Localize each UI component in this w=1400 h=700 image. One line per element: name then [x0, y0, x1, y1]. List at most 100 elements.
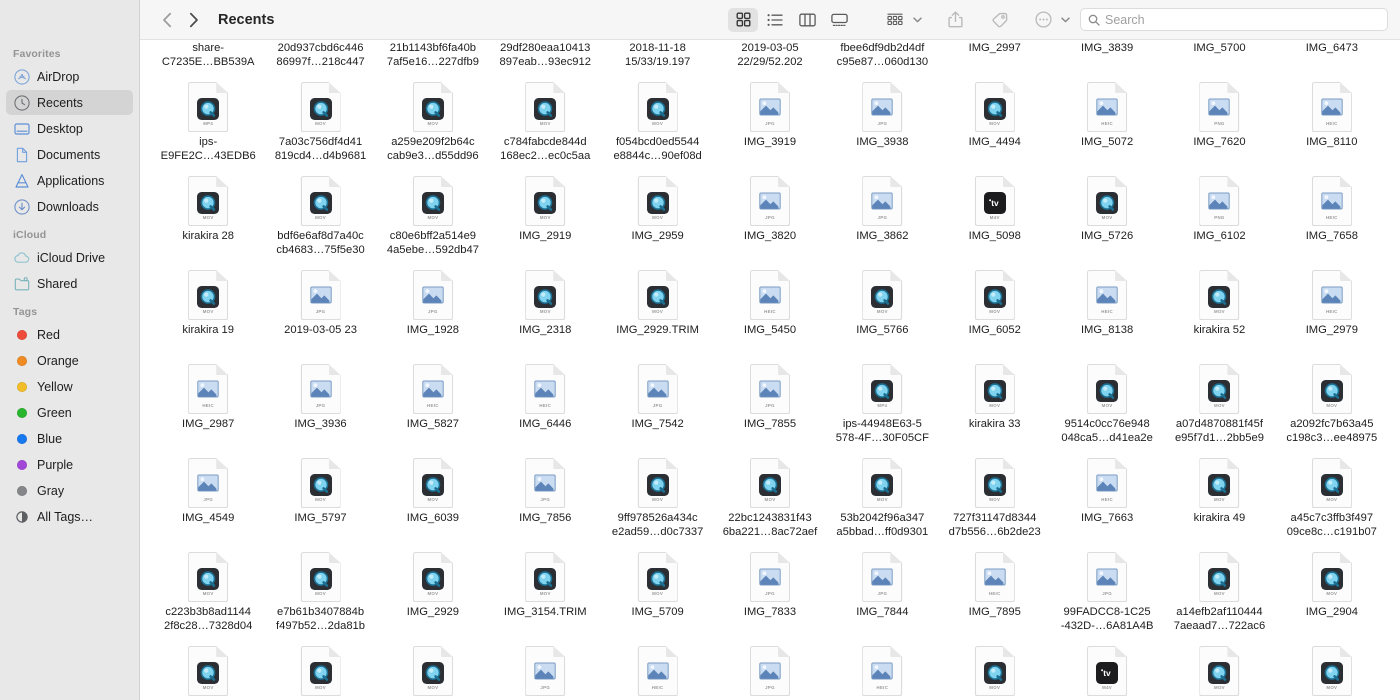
file-icon[interactable]: mov	[1311, 552, 1352, 602]
file-item[interactable]: jpg	[489, 642, 601, 700]
sidebar-item-airdrop[interactable]: AirDrop	[6, 64, 133, 89]
file-item[interactable]: mov IMG_2929.TRIM	[601, 266, 713, 360]
file-icon[interactable]: heic	[862, 646, 903, 696]
file-item[interactable]: mov 7a03c756df4d41 819cd4…d4b9681	[264, 78, 376, 172]
file-item[interactable]: mov kirakira 49	[1163, 454, 1275, 548]
file-icon[interactable]: tv m4v	[974, 176, 1015, 226]
file-item[interactable]: heic IMG_6446	[489, 360, 601, 454]
file-icon[interactable]: mov	[862, 270, 903, 320]
file-item[interactable]: mov c784fabcde844d 168ec2…ec0c5aa	[489, 78, 601, 172]
sidebar-item-orange[interactable]: Orange	[6, 348, 133, 373]
file-icon[interactable]: heic	[1311, 82, 1352, 132]
file-icon[interactable]: jpg	[749, 364, 790, 414]
sidebar-item-icloud-drive[interactable]: iCloud Drive	[6, 245, 133, 270]
file-icon[interactable]: mov	[412, 176, 453, 226]
file-icon[interactable]: tv m4v	[1087, 646, 1128, 696]
sidebar-item-blue[interactable]: Blue	[6, 426, 133, 451]
file-icon[interactable]: mov	[412, 458, 453, 508]
file-item[interactable]: mp4 ips-44948E63-5 578-4F…30F05CF	[826, 360, 938, 454]
file-icon[interactable]: mov	[637, 458, 678, 508]
file-item[interactable]: mov 727f31147d8344 d7b556…6b2de23	[939, 454, 1051, 548]
file-item[interactable]: heic IMG_5450	[714, 266, 826, 360]
share-icon[interactable]	[940, 8, 970, 32]
file-icon[interactable]: mov	[300, 82, 341, 132]
file-icon[interactable]: mov	[637, 176, 678, 226]
file-item[interactable]: heic IMG_5072	[1051, 78, 1163, 172]
file-icon[interactable]: mov	[412, 646, 453, 696]
file-icon[interactable]: mov	[525, 270, 566, 320]
file-item[interactable]: mov kirakira 28	[152, 172, 264, 266]
file-item[interactable]: jpg 99FADCC8-1C25 -432D-…6A81A4B	[1051, 548, 1163, 642]
file-item[interactable]: mov20d937cbd6c446 86997f…218c447	[264, 40, 376, 78]
file-item[interactable]: png IMG_6102	[1163, 172, 1275, 266]
more-actions-control[interactable]	[1028, 8, 1072, 32]
file-icon[interactable]: mov	[1199, 364, 1240, 414]
file-icon[interactable]: mov	[300, 176, 341, 226]
file-item[interactable]: tv m4v IMG_5098	[939, 172, 1051, 266]
file-item[interactable]: heic IMG_5827	[377, 360, 489, 454]
file-grid-scroll-area[interactable]: movshare- C7235E…BB539Amov20d937cbd6c446…	[140, 40, 1400, 700]
sidebar-item-green[interactable]: Green	[6, 400, 133, 425]
column-view-icon[interactable]	[792, 8, 822, 32]
sidebar-item-documents[interactable]: Documents	[6, 142, 133, 167]
file-item[interactable]: jpg IMG_7855	[714, 360, 826, 454]
group-by-icon[interactable]	[880, 8, 910, 32]
file-icon[interactable]: mov	[525, 552, 566, 602]
sidebar-item-yellow[interactable]: Yellow	[6, 374, 133, 399]
sidebar-item-gray[interactable]: Gray	[6, 478, 133, 503]
file-item[interactable]: mov 9514c0cc76e948 048ca5…d41ea2e	[1051, 360, 1163, 454]
file-item[interactable]: heic IMG_8138	[1051, 266, 1163, 360]
file-icon[interactable]: jpg	[862, 552, 903, 602]
file-item[interactable]: mp4 ips- E9FE2C…43EDB6	[152, 78, 264, 172]
file-item[interactable]: mov IMG_6052	[939, 266, 1051, 360]
file-item[interactable]: mov IMG_2318	[489, 266, 601, 360]
file-item[interactable]: mov 22bc1243831f43 6ba221…8ac72aef	[714, 454, 826, 548]
file-icon[interactable]: mov	[188, 552, 229, 602]
file-icon[interactable]: mov	[188, 176, 229, 226]
file-icon[interactable]: mov	[412, 82, 453, 132]
file-icon[interactable]: heic	[1087, 82, 1128, 132]
forward-button[interactable]	[180, 7, 206, 33]
file-icon[interactable]: png	[1199, 82, 1240, 132]
file-icon[interactable]: mov	[300, 458, 341, 508]
file-icon[interactable]: mov	[525, 176, 566, 226]
file-icon[interactable]: heic	[188, 364, 229, 414]
file-item[interactable]: mov a07d4870881f45f e95f7d1…2bb5e9	[1163, 360, 1275, 454]
more-actions-icon[interactable]	[1028, 8, 1058, 32]
file-icon[interactable]: png	[1199, 176, 1240, 226]
file-item[interactable]: mov	[152, 642, 264, 700]
file-icon[interactable]: heic	[1311, 176, 1352, 226]
file-item[interactable]: movIMG_3839	[1051, 40, 1163, 78]
file-icon[interactable]: heic	[1087, 458, 1128, 508]
file-item[interactable]: heic IMG_2987	[152, 360, 264, 454]
chevron-down-icon[interactable]	[911, 9, 924, 31]
file-item[interactable]: mov a14efb2af110444 7aeaad7…722ac6	[1163, 548, 1275, 642]
file-item[interactable]: heic IMG_2979	[1276, 266, 1388, 360]
file-item[interactable]: jpg IMG_7844	[826, 548, 938, 642]
file-item[interactable]: mov	[939, 642, 1051, 700]
file-item[interactable]: mov IMG_2904	[1276, 548, 1388, 642]
file-item[interactable]: mov a2092fc7b63a45 c198c3…ee48975	[1276, 360, 1388, 454]
file-item[interactable]: mov IMG_6039	[377, 454, 489, 548]
file-icon[interactable]: mov	[862, 458, 903, 508]
sidebar-item-applications[interactable]: Applications	[6, 168, 133, 193]
file-item[interactable]: mov kirakira 52	[1163, 266, 1275, 360]
file-item[interactable]: movshare- C7235E…BB539A	[152, 40, 264, 78]
list-view-icon[interactable]	[760, 8, 790, 32]
file-icon[interactable]: mov	[637, 82, 678, 132]
file-icon[interactable]: heic	[412, 364, 453, 414]
file-icon[interactable]: jpg	[637, 364, 678, 414]
file-icon[interactable]: mov	[974, 646, 1015, 696]
file-item[interactable]: mov2019-03-05 22/29/52.202	[714, 40, 826, 78]
file-item[interactable]: mov kirakira 33	[939, 360, 1051, 454]
file-item[interactable]: mov IMG_2959	[601, 172, 713, 266]
chevron-down-icon[interactable]	[1059, 9, 1072, 31]
file-icon[interactable]: mov	[188, 270, 229, 320]
file-icon[interactable]: heic	[637, 646, 678, 696]
file-icon[interactable]: mov	[974, 364, 1015, 414]
file-item[interactable]: jpg IMG_4549	[152, 454, 264, 548]
file-icon[interactable]: mov	[1199, 646, 1240, 696]
file-item[interactable]: mov IMG_2919	[489, 172, 601, 266]
file-icon[interactable]: jpg	[525, 646, 566, 696]
file-item[interactable]: jpg IMG_1928	[377, 266, 489, 360]
